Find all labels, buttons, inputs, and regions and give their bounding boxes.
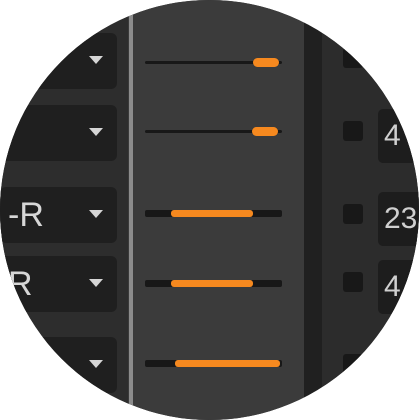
value-text: 4 bbox=[384, 119, 401, 152]
value-field-3[interactable]: 23 bbox=[378, 192, 419, 246]
chevron-down-icon bbox=[89, 128, 103, 136]
column-divider bbox=[304, 0, 322, 420]
magnified-view: -R R 4 23 4 bbox=[0, 0, 419, 420]
slider-knob[interactable] bbox=[252, 127, 278, 136]
range-fill[interactable] bbox=[175, 360, 280, 367]
level-slider-2[interactable] bbox=[145, 127, 282, 136]
chevron-down-icon bbox=[89, 360, 103, 368]
value-field-2[interactable]: 4 bbox=[378, 109, 419, 163]
dropdown-label: -R bbox=[8, 196, 44, 234]
channel-dropdown-3[interactable]: -R bbox=[0, 187, 117, 243]
range-slider-4[interactable] bbox=[145, 280, 282, 287]
value-text: 23 bbox=[384, 202, 418, 235]
row-toggle-2[interactable] bbox=[343, 121, 363, 141]
channel-dropdown-4[interactable]: R bbox=[0, 256, 117, 312]
value-text: 4 bbox=[384, 270, 401, 303]
channel-dropdown-2[interactable] bbox=[0, 105, 117, 161]
range-fill[interactable] bbox=[171, 210, 253, 217]
row-toggle-4[interactable] bbox=[343, 272, 363, 292]
range-slider-5[interactable] bbox=[145, 360, 282, 367]
channel-dropdown-5[interactable] bbox=[0, 337, 117, 393]
row-toggle-1[interactable] bbox=[343, 48, 363, 68]
slider-knob[interactable] bbox=[253, 58, 279, 67]
value-field-4[interactable]: 4 bbox=[378, 260, 419, 314]
row-toggle-5[interactable] bbox=[343, 354, 363, 374]
channel-dropdown-1[interactable] bbox=[0, 33, 117, 89]
column-separator bbox=[129, 0, 133, 420]
dropdown-label: R bbox=[8, 265, 33, 303]
chevron-down-icon bbox=[89, 279, 103, 287]
range-slider-3[interactable] bbox=[145, 210, 282, 217]
chevron-down-icon bbox=[89, 210, 103, 218]
chevron-down-icon bbox=[89, 56, 103, 64]
range-fill[interactable] bbox=[171, 280, 253, 287]
row-toggle-3[interactable] bbox=[343, 204, 363, 224]
level-slider-1[interactable] bbox=[145, 58, 282, 67]
